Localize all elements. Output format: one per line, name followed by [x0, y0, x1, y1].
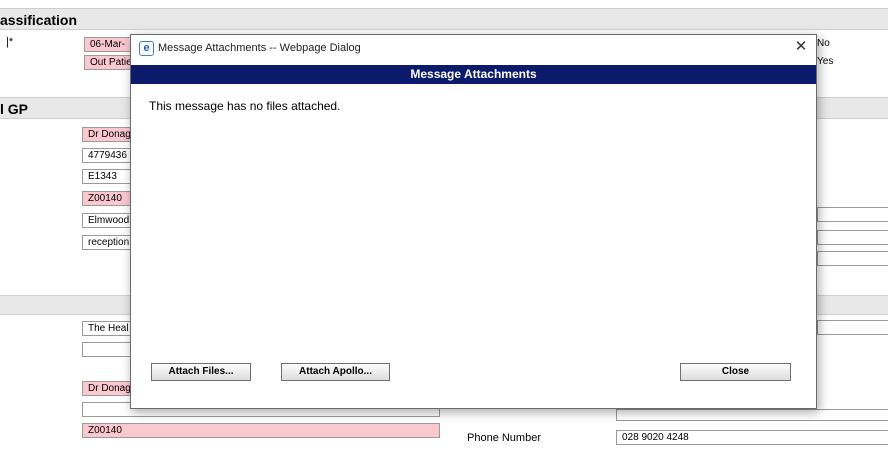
attach-apollo-button[interactable]: Attach Apollo... — [281, 363, 390, 381]
right-field[interactable] — [817, 251, 888, 266]
dialog-window-title: Message Attachments -- Webpage Dialog — [158, 42, 361, 54]
section-title: assification — [0, 12, 78, 28]
dialog-titlebar[interactable]: e Message Attachments -- Webpage Dialog … — [131, 35, 816, 64]
close-icon[interactable]: ✕ — [792, 38, 810, 56]
attach-files-button[interactable]: Attach Files... — [151, 363, 251, 381]
option-no[interactable]: No — [817, 38, 830, 49]
internet-explorer-icon: e — [139, 41, 154, 56]
right-field[interactable] — [817, 320, 888, 335]
dialog-header: Message Attachments — [131, 65, 816, 84]
phone-number-label: Phone Number — [467, 432, 541, 444]
phone-number-field[interactable]: 028 9020 4248 — [616, 430, 888, 445]
blank-field[interactable] — [616, 409, 888, 421]
right-field[interactable] — [817, 207, 888, 222]
right-field[interactable] — [817, 230, 888, 245]
code-field[interactable]: Z00140 — [82, 423, 440, 438]
no-attachments-message: This message has no files attached. — [149, 99, 341, 113]
required-marker: |* — [6, 36, 14, 48]
section-header-classification: assification — [0, 8, 888, 30]
section-title: l GP — [0, 101, 29, 117]
option-yes[interactable]: Yes — [817, 56, 833, 67]
message-attachments-dialog: e Message Attachments -- Webpage Dialog … — [130, 34, 817, 409]
close-button[interactable]: Close — [680, 363, 791, 381]
